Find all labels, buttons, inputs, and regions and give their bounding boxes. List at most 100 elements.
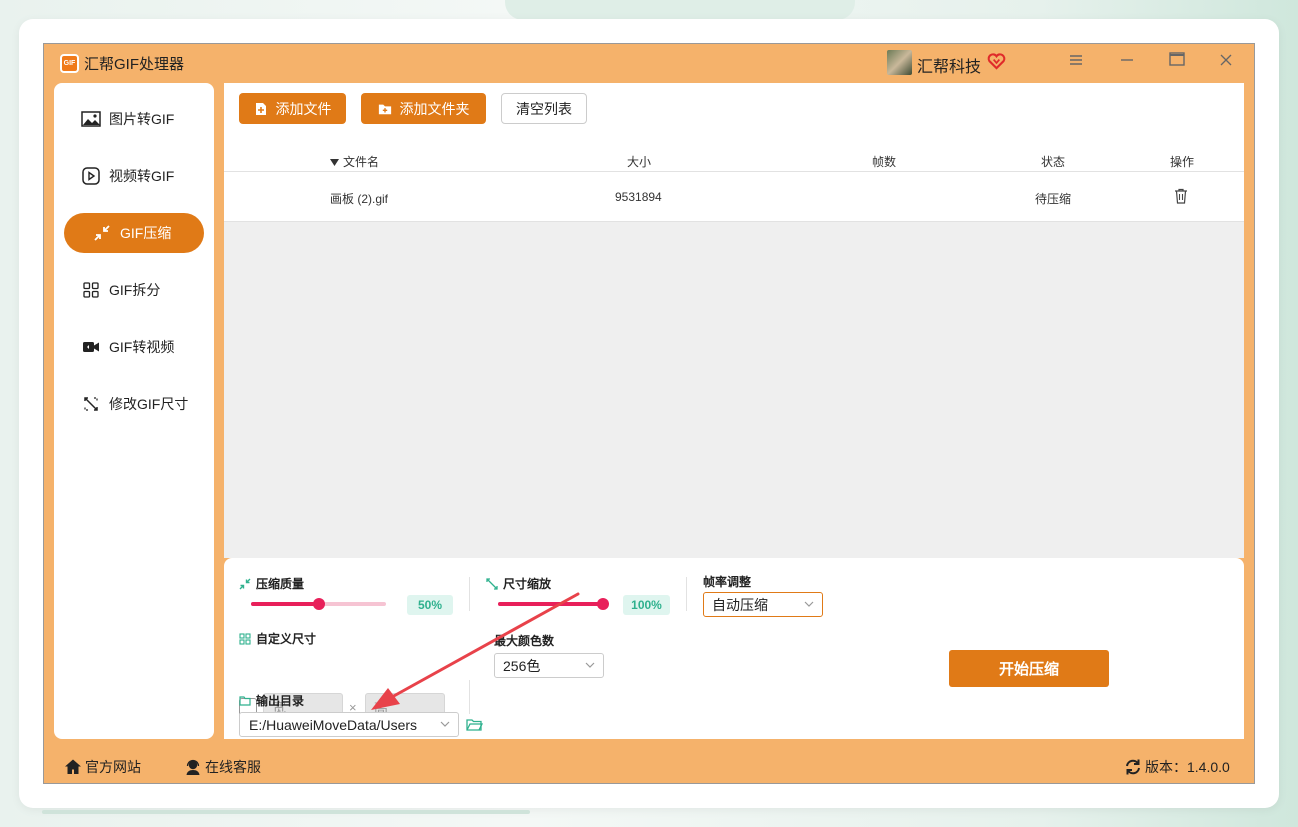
divider [686, 577, 687, 611]
output-dir-select[interactable]: E:/HuaweiMoveData/Users [239, 712, 459, 737]
version-label: 版本：1.4.0.0 [1145, 759, 1230, 775]
sidebar-item-label: 修改GIF尺寸 [109, 396, 189, 412]
user-name[interactable]: 汇帮科技 [917, 53, 981, 77]
chevron-down-icon [804, 601, 814, 607]
refresh-icon [1126, 759, 1140, 775]
clear-list-button[interactable]: 清空列表 [501, 93, 587, 124]
online-support-link[interactable]: 在线客服 [184, 757, 261, 777]
quality-slider[interactable] [251, 598, 386, 610]
output-dir-label-text: 输出目录 [256, 694, 305, 708]
max-colors-label: 最大颜色数 [494, 634, 555, 648]
app-window: GIF 汇帮GIF处理器 汇帮科技 图片转GIF 视频转GIF GIF压缩 GI… [43, 43, 1255, 784]
quality-value-badge: 50% [407, 595, 453, 615]
quality-slider-fill [251, 602, 319, 606]
online-support-label: 在线客服 [205, 759, 261, 775]
table-header: 文件名 大小 帧数 状态 操作 [224, 153, 1244, 173]
support-headset-icon [186, 759, 200, 775]
chevron-down-icon [440, 721, 450, 727]
sidebar-item-gif-to-video[interactable]: GIF转视频 [64, 327, 204, 367]
sidebar-item-image-to-gif[interactable]: 图片转GIF [64, 99, 204, 139]
file-name-cell: 画板 (2).gif [330, 192, 389, 206]
settings-panel: 压缩质量 50% 尺寸缩放 100% 帧率调整 自动压缩 自定义尺寸 宽 × 高… [224, 558, 1244, 739]
home-icon [65, 759, 81, 774]
framerate-select[interactable]: 自动压缩 [703, 592, 823, 617]
folder-icon [239, 695, 251, 706]
output-dir-label: 输出目录 [239, 692, 304, 709]
sidebar-item-label: 视频转GIF [109, 168, 175, 184]
column-header-frames[interactable]: 帧数 [872, 153, 896, 170]
image-icon [81, 110, 101, 128]
sidebar-item-gif-compress[interactable]: GIF压缩 [64, 213, 204, 253]
minimize-icon[interactable] [1117, 52, 1137, 72]
scale-value-badge: 100% [623, 595, 670, 615]
sidebar-item-label: GIF转视频 [109, 339, 175, 355]
chevron-down-icon [585, 662, 595, 668]
sidebar-item-label: GIF压缩 [120, 225, 172, 241]
file-size-cell: 9531894 [615, 190, 662, 204]
sidebar-item-video-to-gif[interactable]: 视频转GIF [64, 156, 204, 196]
clear-list-label: 清空列表 [516, 100, 572, 117]
compress-icon [92, 224, 112, 242]
framerate-label: 帧率调整 [703, 575, 752, 589]
menu-icon[interactable] [1066, 52, 1086, 72]
scale-slider[interactable] [498, 598, 609, 610]
scale-slider-thumb[interactable] [597, 598, 609, 610]
sidebar-item-gif-split[interactable]: GIF拆分 [64, 270, 204, 310]
file-list-empty-area [224, 222, 1244, 558]
column-header-status[interactable]: 状态 [1041, 153, 1065, 170]
file-panel: 添加文件 添加文件夹 清空列表 文件名 大小 帧数 状态 操作 画板 (2).g… [224, 83, 1244, 558]
vip-heart-icon[interactable] [987, 52, 1006, 71]
play-icon [81, 167, 101, 185]
scale-slider-fill [498, 602, 603, 606]
grid-icon [81, 281, 101, 299]
trash-icon[interactable] [1174, 188, 1188, 207]
grid-icon [239, 632, 251, 645]
table-row[interactable]: 画板 (2).gif 9531894 待压缩 [224, 179, 1244, 219]
custom-size-label-text: 自定义尺寸 [256, 632, 317, 646]
framerate-selected: 自动压缩 [712, 596, 768, 613]
add-file-icon [255, 102, 266, 115]
maximize-icon[interactable] [1167, 52, 1187, 72]
background-decoration [505, 0, 855, 20]
sidebar-item-label: GIF拆分 [109, 282, 161, 298]
add-folder-label: 添加文件夹 [399, 100, 470, 117]
divider [469, 680, 470, 714]
status-cell: 待压缩 [1035, 192, 1072, 206]
quality-label: 压缩质量 [239, 575, 304, 592]
official-website-link[interactable]: 官方网站 [64, 757, 141, 777]
open-folder-icon[interactable] [466, 718, 483, 732]
divider [224, 171, 1244, 172]
official-website-label: 官方网站 [85, 759, 141, 775]
close-icon[interactable] [1216, 52, 1236, 72]
max-colors-select[interactable]: 256色 [494, 653, 604, 678]
output-dir-path: E:/HuaweiMoveData/Users [249, 716, 418, 733]
compress-icon [239, 578, 251, 589]
quality-label-text: 压缩质量 [256, 577, 305, 591]
titlebar: GIF 汇帮GIF处理器 汇帮科技 [44, 44, 1254, 82]
custom-size-label: 自定义尺寸 [239, 630, 316, 647]
sort-desc-icon[interactable] [330, 155, 339, 169]
column-header-name[interactable]: 文件名 [343, 153, 379, 170]
sidebar-item-label: 图片转GIF [109, 111, 175, 127]
add-file-label: 添加文件 [275, 100, 332, 117]
video-camera-icon [81, 338, 101, 356]
sidebar: 图片转GIF 视频转GIF GIF压缩 GIF拆分 GIF转视频 修改GIF尺寸 [54, 83, 214, 739]
add-folder-icon [378, 104, 391, 114]
resize-icon [486, 577, 498, 590]
quality-slider-thumb[interactable] [312, 598, 325, 610]
app-logo-icon: GIF [60, 54, 79, 73]
max-colors-selected: 256色 [503, 657, 541, 674]
app-title: 汇帮GIF处理器 [84, 56, 184, 73]
divider [469, 577, 470, 611]
avatar[interactable] [887, 50, 912, 75]
add-file-button[interactable]: 添加文件 [239, 93, 346, 124]
background-decoration-line [42, 810, 530, 814]
column-header-size[interactable]: 大小 [627, 153, 651, 170]
add-folder-button[interactable]: 添加文件夹 [361, 93, 486, 124]
column-header-action: 操作 [1170, 155, 1195, 169]
version-info: 版本：1.4.0.0 [1124, 757, 1230, 777]
start-compress-button[interactable]: 开始压缩 [949, 650, 1109, 687]
sidebar-item-resize-gif[interactable]: 修改GIF尺寸 [64, 384, 204, 424]
scale-label-text: 尺寸缩放 [503, 577, 552, 591]
scale-label: 尺寸缩放 [486, 575, 551, 592]
